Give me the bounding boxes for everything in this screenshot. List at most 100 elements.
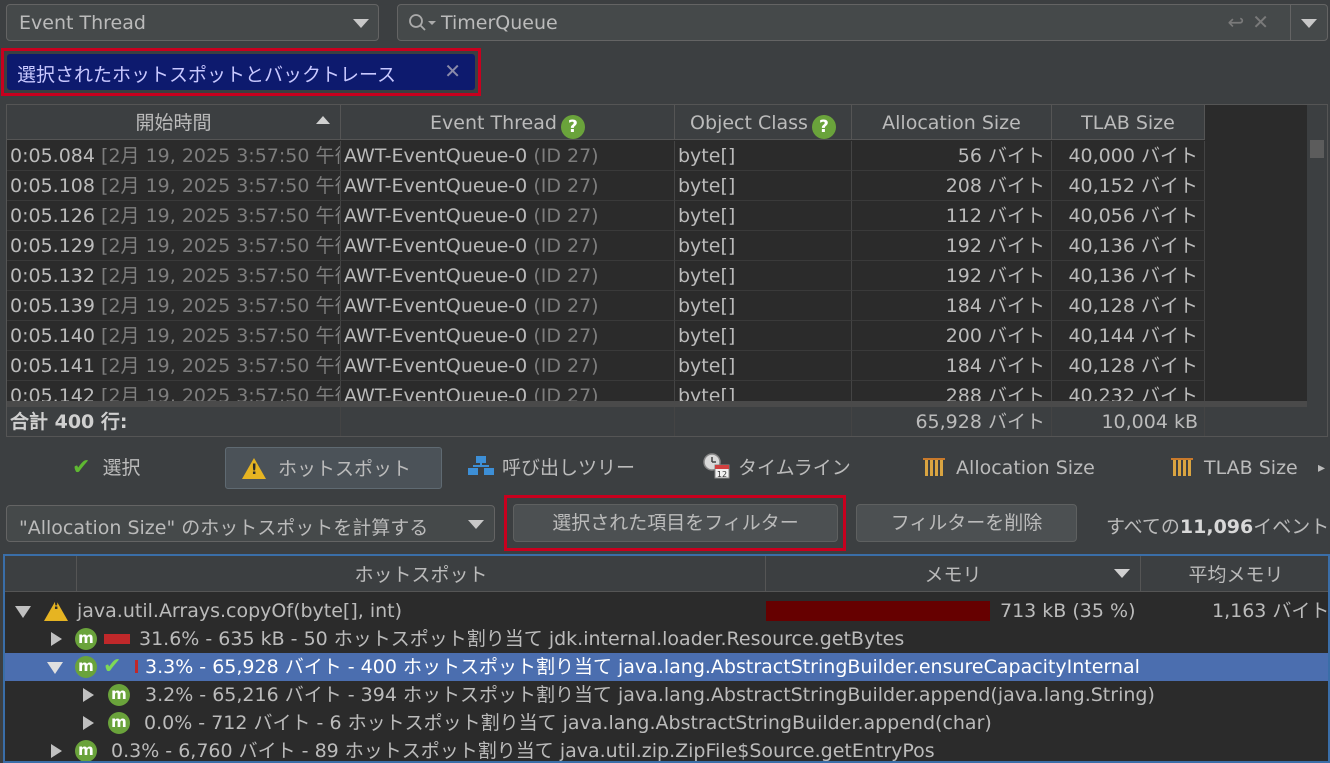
column-header-avg-memory[interactable]: 平均メモリ: [1141, 556, 1328, 592]
cell-event-thread: AWT-EventQueue-0 (ID 27): [341, 351, 675, 381]
expand-arrow-icon[interactable]: [51, 744, 62, 758]
cell-tlab-size: 40,128 バイト: [1052, 291, 1205, 321]
cell-event-thread: AWT-EventQueue-0 (ID 27): [341, 141, 675, 171]
filter-chip-label: 選択されたホットスポットとバックトレース: [17, 64, 397, 86]
filter-button-highlight: 選択された項目をフィルター: [504, 495, 846, 551]
filter-chip[interactable]: 選択されたホットスポットとバックトレース ✕: [7, 54, 475, 90]
search-field[interactable]: TimerQueue ↩✕: [397, 4, 1328, 41]
table-row[interactable]: 0:05.132 [2月 19, 2025 3:57:50 午後] AWT-Eve…: [7, 261, 1205, 291]
checkmark-icon: ✔: [103, 654, 122, 679]
totals-row: 合計 400 行: 65,928 バイト 10,004 kB: [7, 407, 1307, 436]
table-row[interactable]: 0:05.141 [2月 19, 2025 3:57:50 午後] AWT-Eve…: [7, 351, 1205, 381]
hotspot-tree[interactable]: ホットスポット メモリ 平均メモリ ! java.util.Arrays.cop…: [3, 554, 1330, 763]
hotspot-type-combo[interactable]: "Allocation Size" のホットスポットを計算する: [6, 505, 495, 542]
remove-filter-button[interactable]: フィルターを削除: [856, 504, 1077, 542]
tab-hotspots[interactable]: ! ホットスポット: [225, 447, 442, 489]
tabs-overflow-arrow[interactable]: ▸: [1318, 447, 1325, 489]
tree-row[interactable]: m 31.6% - 635 kB - 50 ホットスポット割り当て jdk.in…: [5, 625, 1328, 653]
table-row[interactable]: 0:05.108 [2月 19, 2025 3:57:50 午後] AWT-Eve…: [7, 171, 1205, 201]
cell-event-thread: AWT-EventQueue-0 (ID 27): [341, 291, 675, 321]
tab-call-tree[interactable]: 呼び出しツリー: [466, 447, 635, 489]
cell-start-time: 0:05.141 [2月 19, 2025 3:57:50 午後]: [7, 351, 341, 381]
cell-tlab-size: 40,136 バイト: [1052, 231, 1205, 261]
cell-event-thread: AWT-EventQueue-0 (ID 27): [341, 201, 675, 231]
cell-object-class: byte[]: [675, 351, 852, 381]
memory-bar-small: [135, 660, 138, 673]
cell-allocation-size: 208 バイト: [852, 171, 1052, 201]
cell-object-class: byte[]: [675, 171, 852, 201]
collapse-arrow-icon[interactable]: [47, 662, 63, 674]
column-header-tlab-size[interactable]: TLAB Size: [1052, 105, 1205, 140]
table-row[interactable]: 0:05.140 [2月 19, 2025 3:57:50 午後] AWT-Eve…: [7, 321, 1205, 351]
vertical-scrollbar[interactable]: [1307, 105, 1327, 436]
chevron-down-icon: [353, 19, 369, 28]
tree-row[interactable]: m 0.3% - 6,760 バイト - 89 ホットスポット割り当て java…: [5, 737, 1328, 762]
cell-object-class: byte[]: [675, 321, 852, 351]
search-history-dropdown-icon[interactable]: [1301, 19, 1317, 28]
cell-tlab-size: 40,000 バイト: [1052, 141, 1205, 171]
cell-tlab-size: 40,128 バイト: [1052, 351, 1205, 381]
filter-chip-highlight: 選択されたホットスポットとバックトレース ✕: [1, 48, 481, 96]
thread-combo[interactable]: Event Thread: [6, 4, 379, 41]
events-table[interactable]: 開始時間 Event Thread? Object Class? Allocat…: [6, 104, 1328, 437]
collapse-arrow-icon[interactable]: [15, 606, 31, 618]
bar-chart-icon: [1171, 458, 1193, 476]
memory-bar-small: [104, 634, 130, 644]
column-header-start-time[interactable]: 開始時間: [7, 105, 341, 140]
method-icon: m: [108, 712, 130, 734]
tree-row[interactable]: m 0.0% - 712 バイト - 6 ホットスポット割り当て java.la…: [5, 709, 1328, 737]
expand-arrow-icon[interactable]: [83, 688, 94, 702]
cell-start-time: 0:05.140 [2月 19, 2025 3:57:50 午後]: [7, 321, 341, 351]
regex-toggle-icon[interactable]: ↩: [1227, 10, 1252, 34]
column-header-allocation-size[interactable]: Allocation Size: [852, 105, 1052, 140]
scrollbar-thumb[interactable]: [1310, 140, 1324, 158]
table-row[interactable]: 0:05.139 [2月 19, 2025 3:57:50 午後] AWT-Eve…: [7, 291, 1205, 321]
cell-allocation-size: 192 バイト: [852, 231, 1052, 261]
tree-row-label: 3.3% - 65,928 バイト - 400 ホットスポット割り当て java…: [145, 656, 1140, 678]
tab-allocation-size[interactable]: Allocation Size: [922, 447, 1095, 489]
column-header-event-thread[interactable]: Event Thread?: [341, 105, 675, 140]
help-icon[interactable]: ?: [811, 115, 836, 139]
method-icon: m: [75, 740, 97, 761]
help-icon[interactable]: ?: [560, 115, 585, 139]
tree-row-selected[interactable]: m ✔ 3.3% - 65,928 バイト - 400 ホットスポット割り当て …: [5, 653, 1328, 681]
tab-tlab-size[interactable]: TLAB Size: [1170, 447, 1298, 489]
cell-object-class: byte[]: [675, 141, 852, 171]
close-icon[interactable]: ✕: [444, 59, 461, 83]
table-row[interactable]: 0:05.084 [2月 19, 2025 3:57:50 午後] AWT-Eve…: [7, 141, 1205, 171]
cell-start-time: 0:05.139 [2月 19, 2025 3:57:50 午後]: [7, 291, 341, 321]
search-input[interactable]: TimerQueue: [441, 12, 558, 34]
table-row[interactable]: 0:05.126 [2月 19, 2025 3:57:50 午後] AWT-Eve…: [7, 201, 1205, 231]
sort-ascending-icon: [316, 116, 330, 124]
cell-start-time: 0:05.108 [2月 19, 2025 3:57:50 午後]: [7, 171, 341, 201]
tree-row-label: 0.3% - 6,760 バイト - 89 ホットスポット割り当て java.u…: [111, 740, 935, 762]
cell-object-class: byte[]: [675, 231, 852, 261]
call-tree-icon: [468, 456, 494, 475]
thread-combo-value: Event Thread: [19, 12, 146, 34]
column-header-object-class[interactable]: Object Class?: [675, 105, 852, 140]
expand-arrow-icon[interactable]: [51, 632, 62, 646]
cell-event-thread: AWT-EventQueue-0 (ID 27): [341, 231, 675, 261]
table-header: 開始時間 Event Thread? Object Class? Allocat…: [7, 105, 1205, 140]
filter-selected-button[interactable]: 選択された項目をフィルター: [513, 504, 838, 542]
column-header-hotspot[interactable]: ホットスポット: [77, 556, 766, 592]
expand-arrow-icon[interactable]: [83, 716, 94, 730]
cell-event-thread: AWT-EventQueue-0 (ID 27): [341, 261, 675, 291]
tab-timeline[interactable]: 12 タイムライン: [702, 447, 851, 489]
cell-object-class: byte[]: [675, 201, 852, 231]
totals-allocation: 65,928 バイト: [852, 407, 1052, 436]
tree-row-root[interactable]: ! java.util.Arrays.copyOf(byte[], int) 7…: [5, 597, 1328, 625]
cell-tlab-size: 40,152 バイト: [1052, 171, 1205, 201]
cell-tlab-size: 40,136 バイト: [1052, 261, 1205, 291]
cell-start-time: 0:05.129 [2月 19, 2025 3:57:50 午後]: [7, 231, 341, 261]
column-header-memory[interactable]: メモリ: [766, 556, 1141, 592]
cell-allocation-size: 56 バイト: [852, 141, 1052, 171]
checkmark-icon: ✔: [72, 455, 91, 480]
table-row[interactable]: 0:05.129 [2月 19, 2025 3:57:50 午後] AWT-Eve…: [7, 231, 1205, 261]
cell-event-thread: AWT-EventQueue-0 (ID 27): [341, 321, 675, 351]
tab-selection[interactable]: ✔ 選択: [72, 447, 141, 489]
cell-object-class: byte[]: [675, 261, 852, 291]
tree-row[interactable]: m 3.2% - 65,216 バイト - 394 ホットスポット割り当て ja…: [5, 681, 1328, 709]
totals-tlab: 10,004 kB: [1052, 407, 1205, 436]
clear-search-icon[interactable]: ✕: [1252, 10, 1277, 34]
